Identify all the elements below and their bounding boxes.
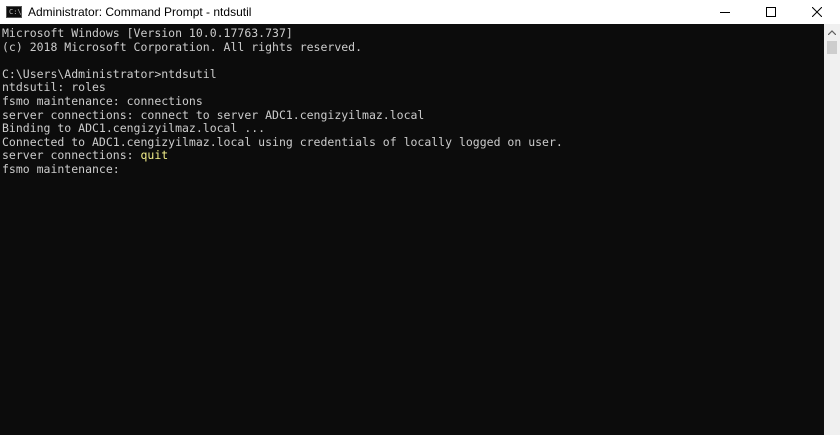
cmd-app-icon-glyph: C:\ — [9, 8, 22, 16]
maximize-button[interactable] — [748, 0, 794, 24]
console-output[interactable]: Microsoft Windows [Version 10.0.17763.73… — [0, 24, 824, 435]
console-typed-command: quit — [140, 148, 169, 163]
console-line-text: Connected to ADC1.cengizyilmaz.local usi… — [2, 134, 563, 149]
command-prompt-window: C:\ Administrator: Command Prompt - ntds… — [0, 0, 840, 435]
console-line: fsmo maintenance: — [2, 161, 824, 177]
console-line: (c) 2018 Microsoft Corporation. All righ… — [2, 39, 824, 55]
console-line: server connections: quit — [2, 149, 824, 163]
console-line-text: server connections: connect to server AD… — [2, 107, 425, 122]
console-line-text: fsmo maintenance: connections — [2, 93, 203, 108]
console-line: C:\Users\Administrator>ntdsutil — [2, 66, 824, 82]
console-line-text: C:\Users\Administrator>ntdsutil — [2, 66, 217, 81]
close-button[interactable] — [794, 0, 840, 24]
console-line: Binding to ADC1.cengizyilmaz.local ... — [2, 121, 824, 136]
vertical-scrollbar[interactable] — [824, 24, 840, 435]
scroll-up-arrow-icon — [828, 29, 836, 35]
cmd-app-icon[interactable]: C:\ — [6, 6, 22, 18]
minimize-button[interactable] — [702, 0, 748, 24]
scroll-thumb[interactable] — [827, 41, 837, 54]
console-line-text: fsmo maintenance: — [2, 161, 120, 176]
close-icon — [812, 7, 822, 17]
console-line: Microsoft Windows [Version 10.0.17763.73… — [2, 26, 824, 41]
console-line: server connections: connect to server AD… — [2, 107, 824, 123]
minimize-icon — [720, 12, 730, 13]
console-line-text: Binding to ADC1.cengizyilmaz.local ... — [2, 121, 266, 136]
console-line: Connected to ADC1.cengizyilmaz.local usi… — [2, 134, 824, 150]
scroll-up-button[interactable] — [824, 24, 840, 40]
console-line: fsmo maintenance: connections — [2, 93, 824, 109]
console-line-text: server connections: — [2, 148, 141, 163]
title-bar[interactable]: C:\ Administrator: Command Prompt - ntds… — [0, 0, 840, 24]
console-line: ntdsutil: roles — [2, 81, 824, 95]
console-line-text: (c) 2018 Microsoft Corporation. All righ… — [2, 39, 363, 54]
console-line-text: ntdsutil: roles — [2, 80, 106, 95]
window-title: Administrator: Command Prompt - ntdsutil — [28, 5, 252, 19]
console-line-text: Microsoft Windows [Version 10.0.17763.73… — [2, 26, 293, 40]
maximize-icon — [766, 7, 776, 17]
